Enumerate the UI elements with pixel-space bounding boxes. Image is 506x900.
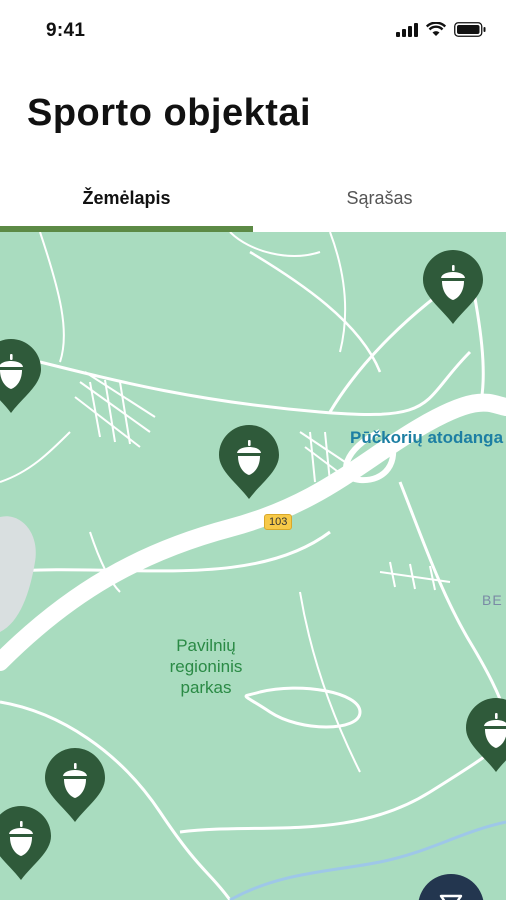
- acorn-icon: [423, 250, 483, 324]
- acorn-icon: [219, 425, 279, 499]
- map-view[interactable]: Pūčkorių atodanga Pavilnių regioninis pa…: [0, 232, 506, 900]
- sport-facility-marker[interactable]: [0, 804, 53, 882]
- filter-icon: [439, 894, 463, 900]
- wifi-icon: [426, 22, 446, 36]
- road-number-shield: 103: [264, 514, 293, 530]
- acorn-icon: [0, 339, 41, 413]
- sport-facility-marker[interactable]: [217, 423, 281, 501]
- page-title: Sporto objektai: [27, 92, 312, 134]
- sport-facility-marker[interactable]: [421, 248, 485, 326]
- sport-facility-marker[interactable]: [464, 696, 506, 774]
- acorn-icon: [466, 698, 506, 772]
- poi-label: Pūčkorių atodanga: [350, 428, 504, 447]
- signal-icon: [396, 22, 418, 37]
- sport-facility-marker[interactable]: [0, 337, 43, 415]
- battery-icon: [454, 22, 486, 37]
- status-time: 9:41: [46, 20, 86, 41]
- acorn-icon: [0, 806, 51, 880]
- status-icons: [396, 22, 486, 37]
- filter-button[interactable]: [418, 874, 484, 900]
- status-bar: 9:41: [0, 0, 506, 62]
- park-label: Pavilnių regioninis parkas: [169, 636, 243, 697]
- area-label: BE: [482, 592, 503, 608]
- tab-map[interactable]: Žemėlapis: [0, 168, 253, 228]
- tab-list[interactable]: Sąrašas: [253, 168, 506, 228]
- tab-bar: Žemėlapis Sąrašas: [0, 168, 506, 232]
